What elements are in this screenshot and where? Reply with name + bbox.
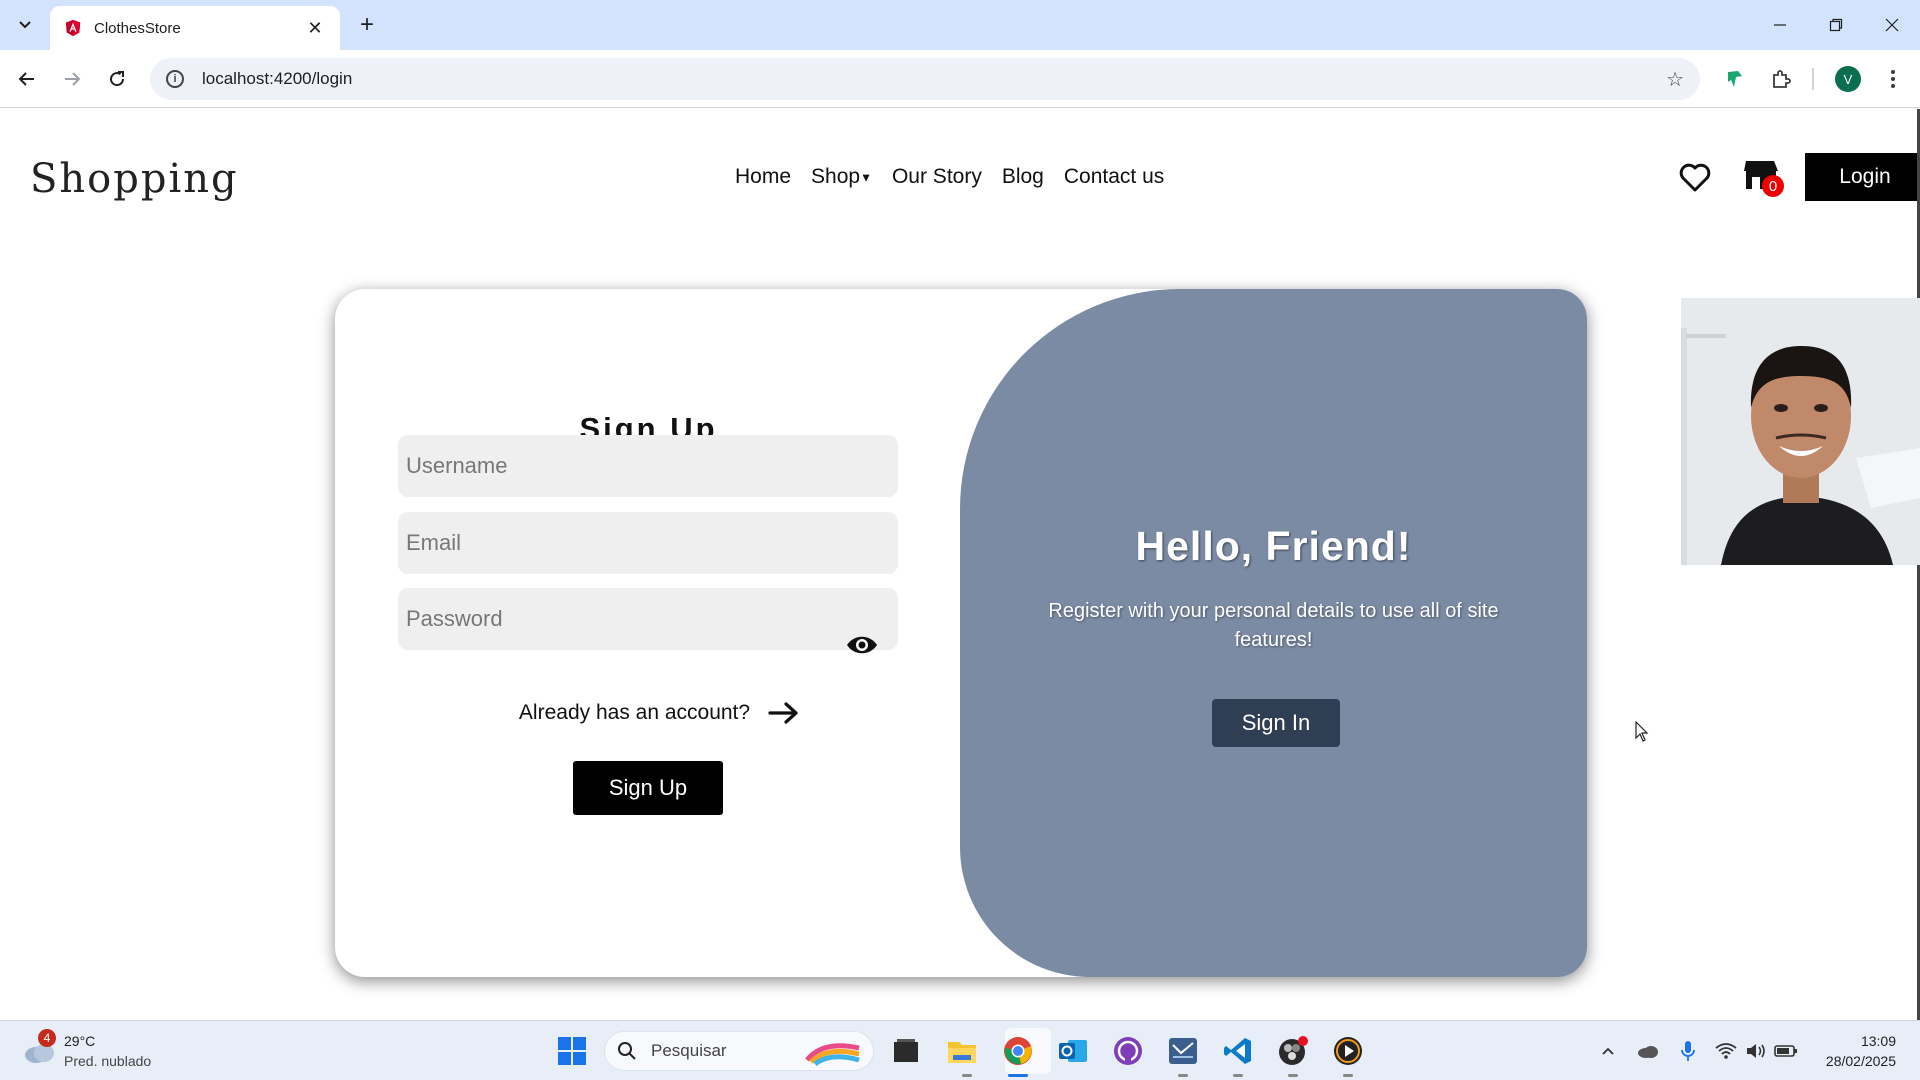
welcome-text: Register with your personal details to u… <box>1048 600 1499 651</box>
arrow-right-icon[interactable] <box>768 701 800 725</box>
mouse-cursor-icon <box>1635 721 1649 742</box>
email-input[interactable] <box>398 512 898 574</box>
weather-description[interactable]: Pred. nublado <box>64 1053 151 1069</box>
password-input[interactable] <box>398 588 898 650</box>
windows-start-icon[interactable] <box>557 1036 587 1066</box>
task-view-icon[interactable] <box>888 1033 924 1069</box>
eye-icon[interactable] <box>846 634 878 656</box>
back-arrow-icon[interactable] <box>12 64 42 94</box>
media-player-icon[interactable] <box>1330 1033 1366 1069</box>
username-input[interactable] <box>398 435 898 497</box>
auth-card: Sign Up Already has an account? Sign Up … <box>335 289 1587 977</box>
site-logo[interactable]: Shopping <box>30 156 239 202</box>
browser-menu-icon[interactable] <box>1880 66 1906 92</box>
dbtool-running-indicator <box>1178 1074 1188 1077</box>
tab-search-chevron-icon[interactable] <box>10 10 40 40</box>
tab-close-icon[interactable]: ✕ <box>304 18 326 39</box>
angular-logo-icon <box>65 19 81 37</box>
nav-shop-label: Shop <box>811 165 861 188</box>
clock-date[interactable]: 28/02/2025 <box>1810 1053 1896 1069</box>
search-placeholder: Pesquisar <box>651 1041 727 1060</box>
restore-icon[interactable] <box>1808 0 1864 50</box>
github-desktop-icon[interactable] <box>1110 1033 1146 1069</box>
heart-icon[interactable] <box>1678 161 1712 195</box>
new-tab-button[interactable]: + <box>352 10 382 40</box>
os-taskbar: 4 29°C Pred. nublado Pesquisar 13:09 28/… <box>0 1020 1920 1080</box>
outlook-icon[interactable] <box>1055 1033 1091 1069</box>
cart-count-badge: 0 <box>1762 175 1784 197</box>
site-nav: Home Shop▼ Our Story Blog Contact us <box>735 165 1164 189</box>
vscode-icon[interactable] <box>1220 1033 1256 1069</box>
site-info-icon[interactable]: i <box>166 70 184 88</box>
chrome-active-indicator <box>1008 1074 1028 1077</box>
nav-shop[interactable]: Shop▼ <box>811 165 872 189</box>
bookmark-star-icon[interactable]: ☆ <box>1666 67 1684 92</box>
weather-temperature[interactable]: 29°C <box>64 1033 95 1049</box>
weather-notification-badge: 4 <box>38 1029 56 1047</box>
toolbar-divider <box>1812 68 1814 90</box>
signin-button[interactable]: Sign In <box>1212 699 1340 747</box>
volume-icon[interactable] <box>1744 1039 1768 1063</box>
address-bar[interactable]: i localhost:4200/login ☆ <box>150 58 1700 100</box>
reload-icon[interactable] <box>102 64 132 94</box>
onedrive-cloud-icon[interactable] <box>1636 1039 1660 1063</box>
browser-tab-bar: ClothesStore ✕ + <box>0 0 1920 50</box>
database-tool-icon[interactable] <box>1165 1033 1201 1069</box>
window-controls <box>1752 0 1920 50</box>
already-account-row[interactable]: Already has an account? <box>335 701 962 725</box>
obs-studio-icon[interactable] <box>1275 1033 1311 1069</box>
vscode-running-indicator <box>1233 1074 1243 1077</box>
chevron-up-icon[interactable] <box>1596 1039 1620 1063</box>
microphone-icon[interactable] <box>1676 1039 1700 1063</box>
close-window-icon[interactable] <box>1864 0 1920 50</box>
welcome-panel: Hello, Friend! Register with your person… <box>960 289 1587 977</box>
battery-icon[interactable] <box>1774 1039 1798 1063</box>
browser-toolbar: i localhost:4200/login ☆ <box>0 50 1920 108</box>
forward-arrow-icon[interactable] <box>57 64 87 94</box>
search-icon <box>618 1042 636 1060</box>
tab-title: ClothesStore <box>94 19 181 37</box>
extensions-puzzle-icon[interactable] <box>1768 66 1794 92</box>
url-text[interactable]: localhost:4200/login <box>202 69 1666 89</box>
page-content: Shopping Home Shop▼ Our Story Blog Conta… <box>0 109 1920 1020</box>
caret-down-icon: ▼ <box>860 170 872 185</box>
chrome-icon[interactable] <box>1000 1033 1036 1069</box>
browser-tab[interactable]: ClothesStore ✕ <box>50 6 340 50</box>
signup-button[interactable]: Sign Up <box>573 761 723 815</box>
explorer-running-indicator <box>962 1074 972 1077</box>
file-explorer-icon[interactable] <box>944 1033 980 1069</box>
clock-time[interactable]: 13:09 <box>1820 1033 1896 1049</box>
nav-our-story[interactable]: Our Story <box>892 165 982 189</box>
webcam-person-image <box>1681 298 1920 565</box>
obs-running-indicator <box>1288 1074 1298 1077</box>
login-button[interactable]: Login <box>1805 153 1920 201</box>
welcome-heading: Hello, Friend! <box>1135 523 1412 569</box>
already-account-text: Already has an account? <box>518 701 751 724</box>
search-highlight-art-icon <box>805 1043 860 1066</box>
nav-home[interactable]: Home <box>735 165 791 189</box>
wifi-icon[interactable] <box>1714 1039 1738 1063</box>
taskbar-search[interactable]: Pesquisar <box>604 1031 874 1071</box>
extension-figure-icon[interactable] <box>1722 66 1748 92</box>
player-running-indicator <box>1343 1074 1353 1077</box>
profile-avatar[interactable]: V <box>1835 66 1861 92</box>
minimize-icon[interactable] <box>1752 0 1808 50</box>
nav-contact[interactable]: Contact us <box>1064 165 1164 189</box>
nav-blog[interactable]: Blog <box>1002 165 1044 189</box>
webcam-overlay <box>1681 298 1920 565</box>
